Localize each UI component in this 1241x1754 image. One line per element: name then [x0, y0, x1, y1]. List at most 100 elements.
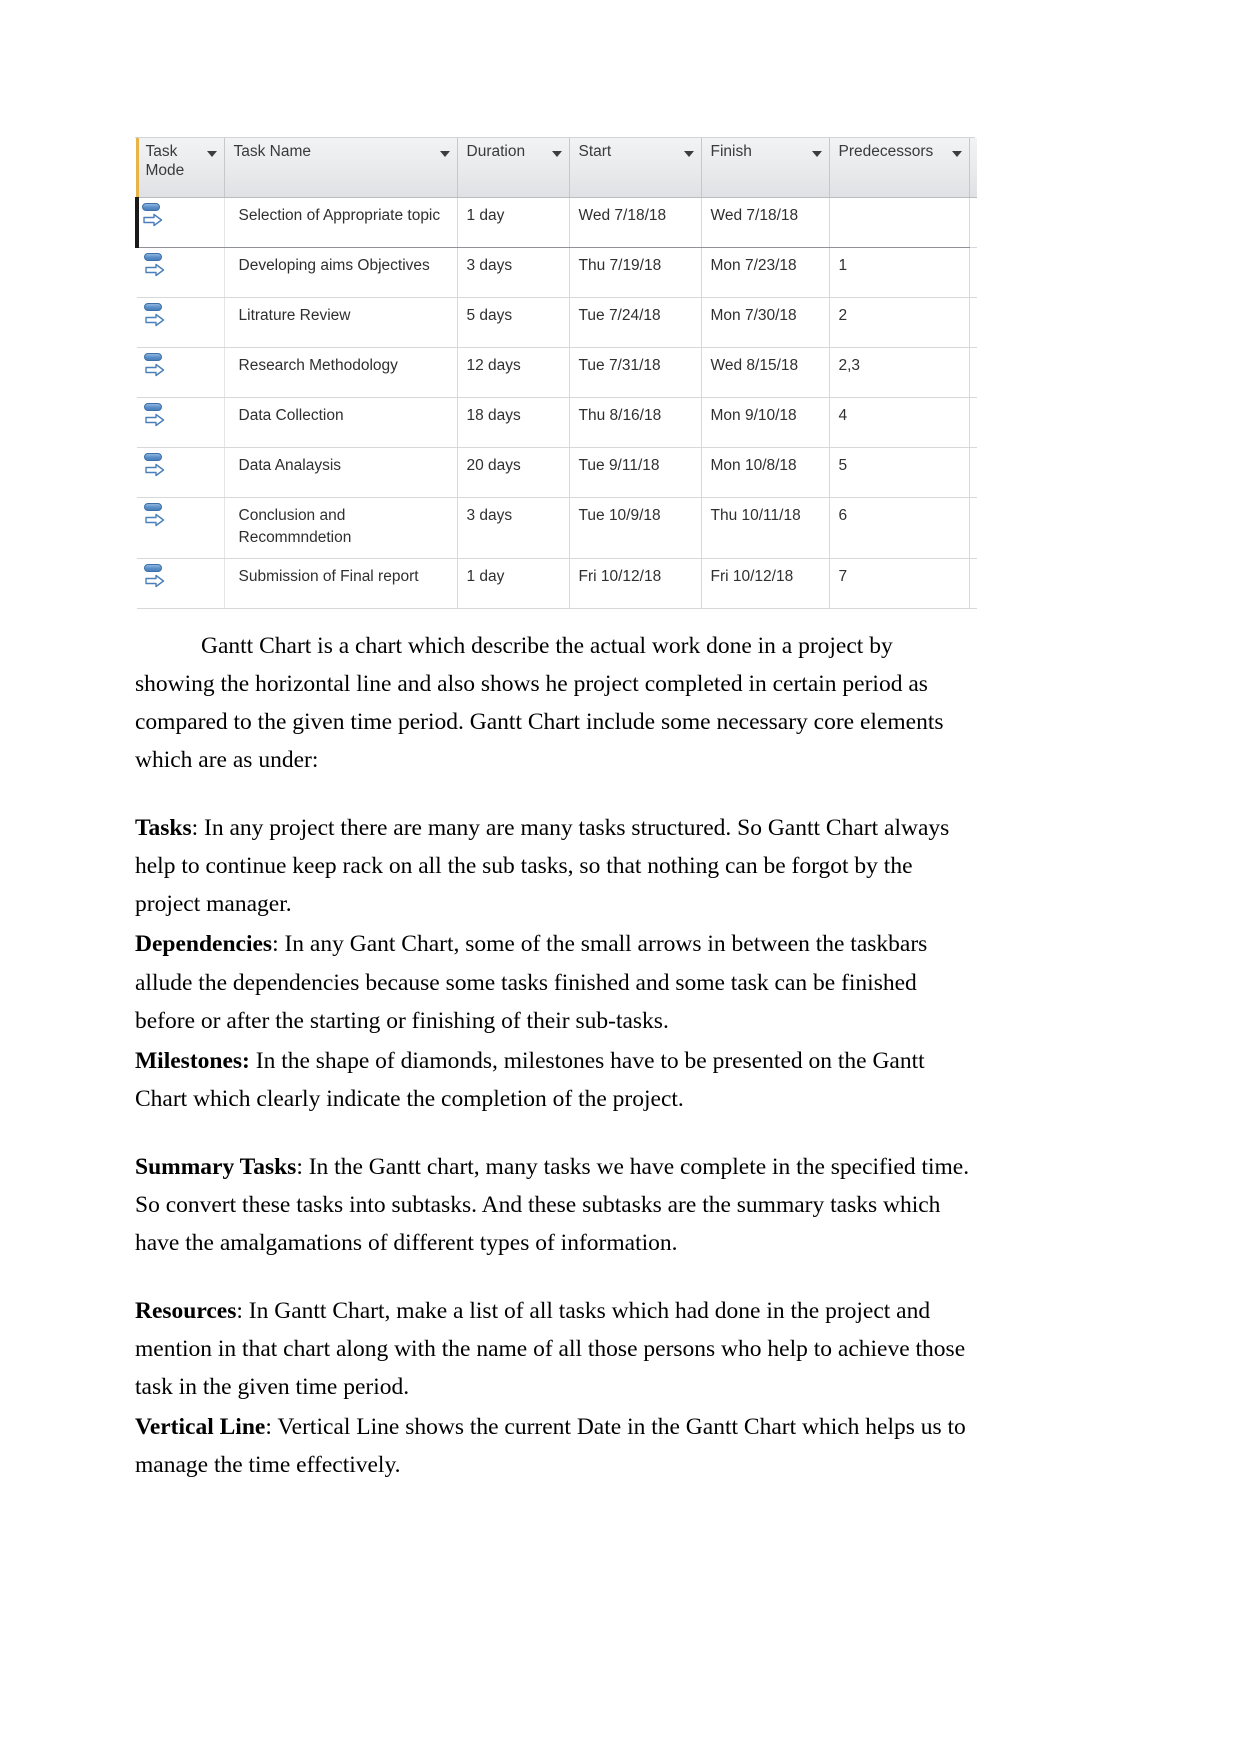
chevron-down-icon[interactable] — [206, 151, 217, 157]
finish-cell[interactable]: Mon 7/30/18 — [701, 297, 830, 348]
clipped-cell — [969, 247, 977, 298]
paragraph-heading: Milestones: — [135, 1047, 250, 1074]
task-mode-cell[interactable] — [137, 347, 225, 398]
chevron-down-icon[interactable] — [951, 151, 962, 157]
finish-cell[interactable]: Wed 8/15/18 — [701, 347, 830, 398]
document-body: Gantt Chart is a chart which describe th… — [135, 627, 975, 1484]
task-name-cell[interactable]: Conclusion and Recommndetion — [224, 497, 458, 559]
manually-scheduled-task-icon — [142, 352, 168, 380]
duration-cell[interactable]: 20 days — [457, 447, 570, 498]
predecessors-cell[interactable]: 1 — [829, 247, 970, 298]
paragraph-resources: Resources: In Gantt Chart, make a list o… — [135, 1292, 975, 1406]
task-name-cell[interactable]: Litrature Review — [224, 297, 458, 348]
paragraph-heading: Dependencies — [135, 931, 273, 958]
table-row[interactable]: Conclusion and Recommndetion 3 days Tue … — [137, 497, 977, 559]
chevron-down-icon[interactable] — [551, 151, 562, 157]
table-row[interactable]: Submission of Final report 1 day Fri 10/… — [137, 558, 977, 609]
task-name-cell[interactable]: Data Collection — [224, 397, 458, 448]
duration-cell[interactable]: 1 day — [457, 558, 570, 609]
duration-cell[interactable]: 1 day — [457, 197, 570, 248]
table-row[interactable]: Selection of Appropriate topic 1 day Wed… — [135, 197, 977, 248]
chevron-down-icon[interactable] — [683, 151, 694, 157]
paragraph-vertical-line: Vertical Line: Vertical Line shows the c… — [135, 1408, 975, 1484]
chevron-down-icon[interactable] — [811, 151, 822, 157]
finish-cell[interactable]: Fri 10/12/18 — [701, 558, 830, 609]
column-header-task-mode[interactable]: Task Mode — [135, 138, 225, 198]
start-cell[interactable]: Thu 7/19/18 — [569, 247, 702, 298]
paragraph-separator: : — [265, 1414, 278, 1441]
paragraph-text: In Gantt Chart, make a list of all tasks… — [135, 1297, 966, 1401]
column-header-finish[interactable]: Finish — [701, 138, 830, 198]
task-name-cell[interactable]: Selection of Appropriate topic — [224, 197, 458, 248]
task-mode-cell[interactable] — [137, 297, 225, 348]
predecessors-cell[interactable]: 2 — [829, 297, 970, 348]
gantt-table-body: Selection of Appropriate topic 1 day Wed… — [135, 197, 977, 609]
start-cell[interactable]: Thu 8/16/18 — [569, 397, 702, 448]
table-row[interactable]: Developing aims Objectives 3 days Thu 7/… — [137, 247, 977, 298]
finish-cell[interactable]: Thu 10/11/18 — [701, 497, 830, 559]
column-header-task-name[interactable]: Task Name — [224, 138, 458, 198]
paragraph-dependencies: Dependencies: In any Gant Chart, some of… — [135, 925, 975, 1039]
predecessors-cell[interactable] — [829, 197, 970, 248]
table-row[interactable]: Research Methodology 12 days Tue 7/31/18… — [137, 347, 977, 398]
start-cell[interactable]: Fri 10/12/18 — [569, 558, 702, 609]
paragraph-heading: Tasks — [135, 815, 192, 842]
clipped-cell — [969, 347, 977, 398]
duration-cell[interactable]: 3 days — [457, 497, 570, 559]
clipped-cell — [969, 297, 977, 348]
manually-scheduled-task-icon — [142, 302, 168, 330]
table-row[interactable]: Data Collection 18 days Thu 8/16/18 Mon … — [137, 397, 977, 448]
task-name-cell[interactable]: Developing aims Objectives — [224, 247, 458, 298]
paragraph-separator: : — [296, 1153, 309, 1180]
predecessors-cell[interactable]: 5 — [829, 447, 970, 498]
task-mode-cell[interactable] — [137, 247, 225, 298]
duration-cell[interactable]: 5 days — [457, 297, 570, 348]
finish-cell[interactable]: Wed 7/18/18 — [701, 197, 830, 248]
gantt-task-table-image: Task Mode Task Name Duration Start Finis… — [135, 137, 977, 609]
clipped-cell — [969, 447, 977, 498]
finish-cell[interactable]: Mon 7/23/18 — [701, 247, 830, 298]
predecessors-cell[interactable]: 4 — [829, 397, 970, 448]
start-cell[interactable]: Tue 7/24/18 — [569, 297, 702, 348]
paragraph-summary-tasks: Summary Tasks: In the Gantt chart, many … — [135, 1148, 975, 1262]
start-cell[interactable]: Tue 9/11/18 — [569, 447, 702, 498]
duration-cell[interactable]: 18 days — [457, 397, 570, 448]
paragraph-milestones: Milestones: In the shape of diamonds, mi… — [135, 1042, 975, 1118]
manually-scheduled-task-icon — [142, 402, 168, 430]
column-header-start[interactable]: Start — [569, 138, 702, 198]
column-header-label: Predecessors — [838, 143, 934, 160]
column-header-duration[interactable]: Duration — [457, 138, 570, 198]
paragraph-separator: : — [272, 931, 285, 958]
paragraph-separator: : — [236, 1297, 249, 1324]
task-name-cell[interactable]: Research Methodology — [224, 347, 458, 398]
start-cell[interactable]: Tue 7/31/18 — [569, 347, 702, 398]
table-row[interactable]: Data Analaysis 20 days Tue 9/11/18 Mon 1… — [137, 447, 977, 498]
task-mode-cell[interactable] — [137, 397, 225, 448]
clipped-cell — [969, 397, 977, 448]
start-cell[interactable]: Tue 10/9/18 — [569, 497, 702, 559]
task-mode-cell[interactable] — [135, 197, 225, 248]
column-header-clipped[interactable]: R — [969, 138, 977, 198]
start-cell[interactable]: Wed 7/18/18 — [569, 197, 702, 248]
predecessors-cell[interactable]: 2,3 — [829, 347, 970, 398]
manually-scheduled-task-icon — [142, 502, 168, 530]
task-name-cell[interactable]: Data Analaysis — [224, 447, 458, 498]
column-header-predecessors[interactable]: Predecessors — [829, 138, 970, 198]
finish-cell[interactable]: Mon 10/8/18 — [701, 447, 830, 498]
chevron-down-icon[interactable] — [439, 151, 450, 157]
clipped-cell — [969, 497, 977, 559]
duration-cell[interactable]: 3 days — [457, 247, 570, 298]
task-mode-cell[interactable] — [137, 447, 225, 498]
task-mode-cell[interactable] — [137, 497, 225, 559]
table-row[interactable]: Litrature Review 5 days Tue 7/24/18 Mon … — [137, 297, 977, 348]
column-header-label: Task Mode — [145, 143, 185, 179]
predecessors-cell[interactable]: 7 — [829, 558, 970, 609]
paragraph-heading: Vertical Line — [135, 1414, 266, 1441]
duration-cell[interactable]: 12 days — [457, 347, 570, 398]
clipped-cell — [969, 558, 977, 609]
task-mode-cell[interactable] — [137, 558, 225, 609]
task-name-cell[interactable]: Submission of Final report — [224, 558, 458, 609]
predecessors-cell[interactable]: 6 — [829, 497, 970, 559]
finish-cell[interactable]: Mon 9/10/18 — [701, 397, 830, 448]
column-header-label: Finish — [710, 143, 752, 160]
